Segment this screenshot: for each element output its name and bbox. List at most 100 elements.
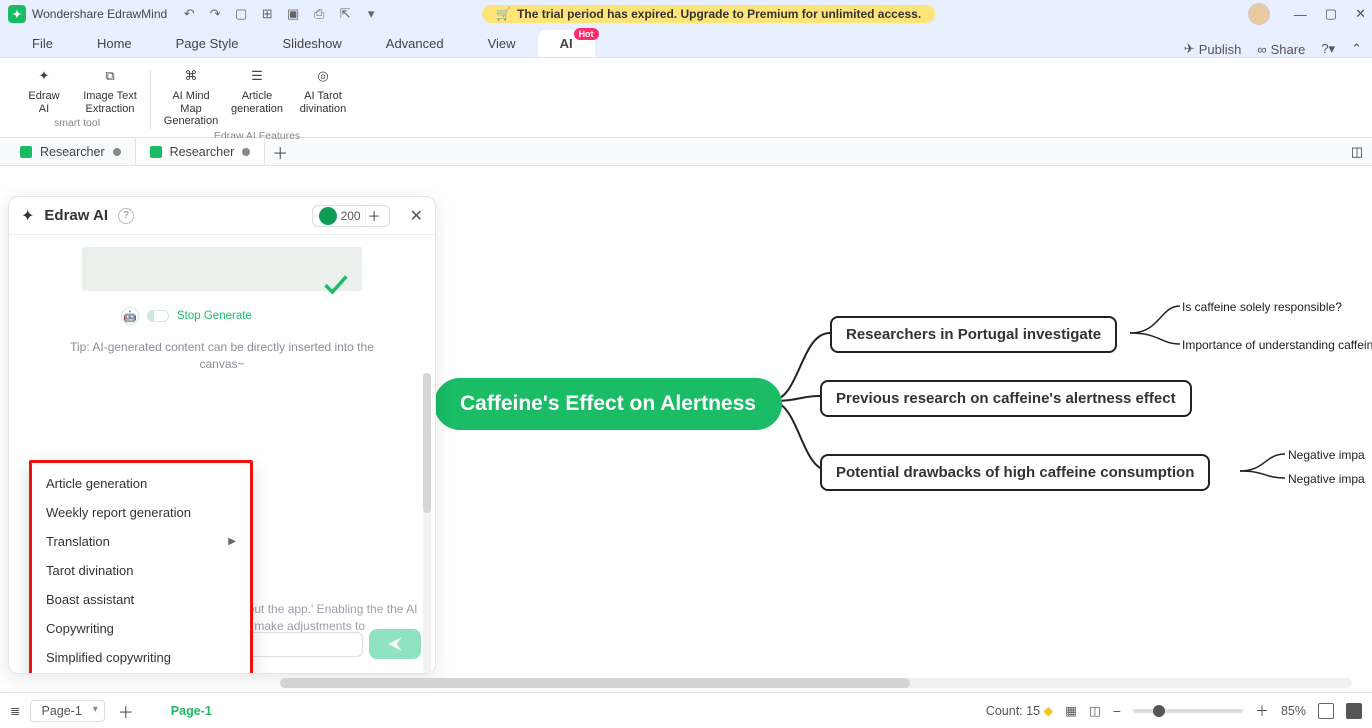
token-count: 200 <box>341 209 361 223</box>
presentation-icon[interactable] <box>1346 703 1362 719</box>
loader-icon <box>147 310 169 322</box>
ai-tip-text: Tip: AI-generated content can be directl… <box>53 339 391 373</box>
popup-copywriting[interactable]: Copywriting <box>32 614 250 643</box>
grid-view-icon[interactable]: ▦ <box>1065 703 1077 718</box>
leaf-node-4[interactable]: Negative impa <box>1288 472 1365 486</box>
add-tab-button[interactable]: ＋ <box>265 138 295 165</box>
fullscreen-icon[interactable] <box>1318 703 1334 719</box>
panel-layout-icon[interactable]: ◫ <box>1342 138 1372 165</box>
publish-button[interactable]: ✈ Publish <box>1184 41 1242 57</box>
minimize-icon[interactable]: — <box>1294 7 1307 22</box>
edraw-ai-panel: ✦ Edraw AI ? 200 ＋ ✕ 🤖 Stop Generate Tip… <box>8 196 436 674</box>
chevron-right-icon: ▶ <box>228 536 236 547</box>
ai-scrollbar[interactable] <box>423 373 431 673</box>
app-logo-icon: ✦ <box>8 5 26 23</box>
page-label[interactable]: Page-1 <box>171 704 212 718</box>
cart-icon: 🛒 <box>496 7 511 21</box>
status-bar: ≣ Page-1 ＋ Page-1 Count: 15 ◆ ▦ ◫ − ＋ 85… <box>0 692 1372 728</box>
menu-page-style[interactable]: Page Style <box>154 30 261 57</box>
user-avatar[interactable] <box>1248 3 1270 25</box>
popup-simplified-copywriting[interactable]: Simplified copywriting <box>32 643 250 672</box>
doc-tab-label: Researcher <box>170 145 235 159</box>
leaf-node-3[interactable]: Negative impa <box>1288 448 1365 462</box>
menu-slideshow[interactable]: Slideshow <box>261 30 364 57</box>
popup-tarot[interactable]: Tarot divination <box>32 556 250 585</box>
doc-tab-1[interactable]: Researcher <box>6 138 136 165</box>
print-icon[interactable]: ⎙ <box>311 6 327 22</box>
help-icon[interactable]: ?▾ <box>1321 41 1335 57</box>
branch-node-3[interactable]: Potential drawbacks of high caffeine con… <box>820 454 1210 491</box>
popup-article-generation[interactable]: Article generation <box>32 469 250 498</box>
zoom-thumb[interactable] <box>1153 705 1165 717</box>
doc-tab-label: Researcher <box>40 145 105 159</box>
close-window-icon[interactable]: ✕ <box>1355 6 1366 22</box>
zoom-percent[interactable]: 85% <box>1281 704 1306 718</box>
zoom-slider[interactable] <box>1133 709 1243 713</box>
add-tokens-button[interactable]: ＋ <box>365 207 383 225</box>
zoom-in-button[interactable]: ＋ <box>1255 701 1269 721</box>
open-icon[interactable]: ⊞ <box>259 6 275 22</box>
mindmap-icon: ⌘ <box>179 64 203 88</box>
leaf-node-1[interactable]: Is caffeine solely responsible? <box>1182 300 1342 314</box>
ai-sparkle-icon: ✦ <box>21 206 34 226</box>
new-icon[interactable]: ▢ <box>233 6 249 22</box>
token-icon <box>319 207 337 225</box>
unsaved-dot-icon <box>113 148 121 156</box>
unsaved-dot-icon <box>242 148 250 156</box>
ai-panel-title: Edraw AI <box>44 207 108 224</box>
canvas-h-scrollbar[interactable] <box>280 678 1352 688</box>
redo-icon[interactable]: ↷ <box>207 6 223 22</box>
share-button[interactable]: ∞ Share <box>1257 42 1305 57</box>
branch-node-2[interactable]: Previous research on caffeine's alertnes… <box>820 380 1192 417</box>
collapse-ribbon-icon[interactable]: ⌃ <box>1351 41 1362 57</box>
sparkle-icon: ✦ <box>32 64 56 88</box>
hot-badge: Hot <box>574 28 599 40</box>
doc-tab-2[interactable]: Researcher <box>136 138 266 165</box>
doc-icon <box>20 146 32 158</box>
ocr-icon: ⧉ <box>98 64 122 88</box>
help-icon[interactable]: ? <box>118 208 134 224</box>
export-icon[interactable]: ⇱ <box>337 6 353 22</box>
popup-boast[interactable]: Boast assistant <box>32 585 250 614</box>
ai-panel-body: 🤖 Stop Generate Tip: AI-generated conten… <box>9 235 435 673</box>
trial-banner[interactable]: 🛒 The trial period has expired. Upgrade … <box>482 5 935 23</box>
menu-file[interactable]: File <box>10 30 75 57</box>
stop-generate-link[interactable]: Stop Generate <box>177 310 252 322</box>
article-generation-button[interactable]: ☰Articlegeneration <box>229 62 285 128</box>
root-node[interactable]: Caffeine's Effect on Alertness <box>434 378 782 430</box>
image-text-extraction-button[interactable]: ⧉Image TextExtraction <box>82 62 138 115</box>
token-counter: 200 ＋ <box>312 205 390 227</box>
doc-icon <box>150 146 162 158</box>
title-bar: ✦ Wondershare EdrawMind ↶ ↷ ▢ ⊞ ▣ ⎙ ⇱ ▾ … <box>0 0 1372 28</box>
menu-advanced[interactable]: Advanced <box>364 30 466 57</box>
outline-icon[interactable]: ≣ <box>10 703 20 718</box>
diamond-icon: ◆ <box>1044 704 1054 718</box>
add-page-button[interactable]: ＋ <box>115 700 137 722</box>
edraw-ai-button[interactable]: ✦EdrawAI <box>16 62 72 115</box>
scrollbar-thumb[interactable] <box>423 373 431 513</box>
send-button[interactable] <box>369 629 421 659</box>
fit-view-icon[interactable]: ◫ <box>1089 703 1101 718</box>
scrollbar-thumb[interactable] <box>280 678 910 688</box>
ai-mindmap-button[interactable]: ⌘AI Mind MapGeneration <box>163 62 219 128</box>
stop-generate-row: 🤖 Stop Generate <box>121 307 421 325</box>
save-icon[interactable]: ▣ <box>285 6 301 22</box>
menu-ai-label: AI <box>560 36 573 51</box>
popup-weekly-report[interactable]: Weekly report generation <box>32 498 250 527</box>
article-icon: ☰ <box>245 64 269 88</box>
tarot-button[interactable]: ◎AI Tarotdivination <box>295 62 351 128</box>
menu-view[interactable]: View <box>466 30 538 57</box>
menu-home[interactable]: Home <box>75 30 154 57</box>
popup-translation[interactable]: Translation▶ <box>32 527 250 556</box>
trial-text: The trial period has expired. Upgrade to… <box>517 7 921 21</box>
ai-mode-popup: Article generation Weekly report generat… <box>29 460 253 673</box>
qa-more-icon[interactable]: ▾ <box>363 6 379 22</box>
zoom-out-button[interactable]: − <box>1113 703 1121 719</box>
maximize-icon[interactable]: ▢ <box>1325 6 1337 22</box>
close-panel-icon[interactable]: ✕ <box>410 206 423 226</box>
leaf-node-2[interactable]: Importance of understanding caffeine <box>1182 338 1372 352</box>
page-selector[interactable]: Page-1 <box>30 700 104 722</box>
menu-ai[interactable]: AI Hot <box>538 30 595 57</box>
branch-node-1[interactable]: Researchers in Portugal investigate <box>830 316 1117 353</box>
undo-icon[interactable]: ↶ <box>181 6 197 22</box>
